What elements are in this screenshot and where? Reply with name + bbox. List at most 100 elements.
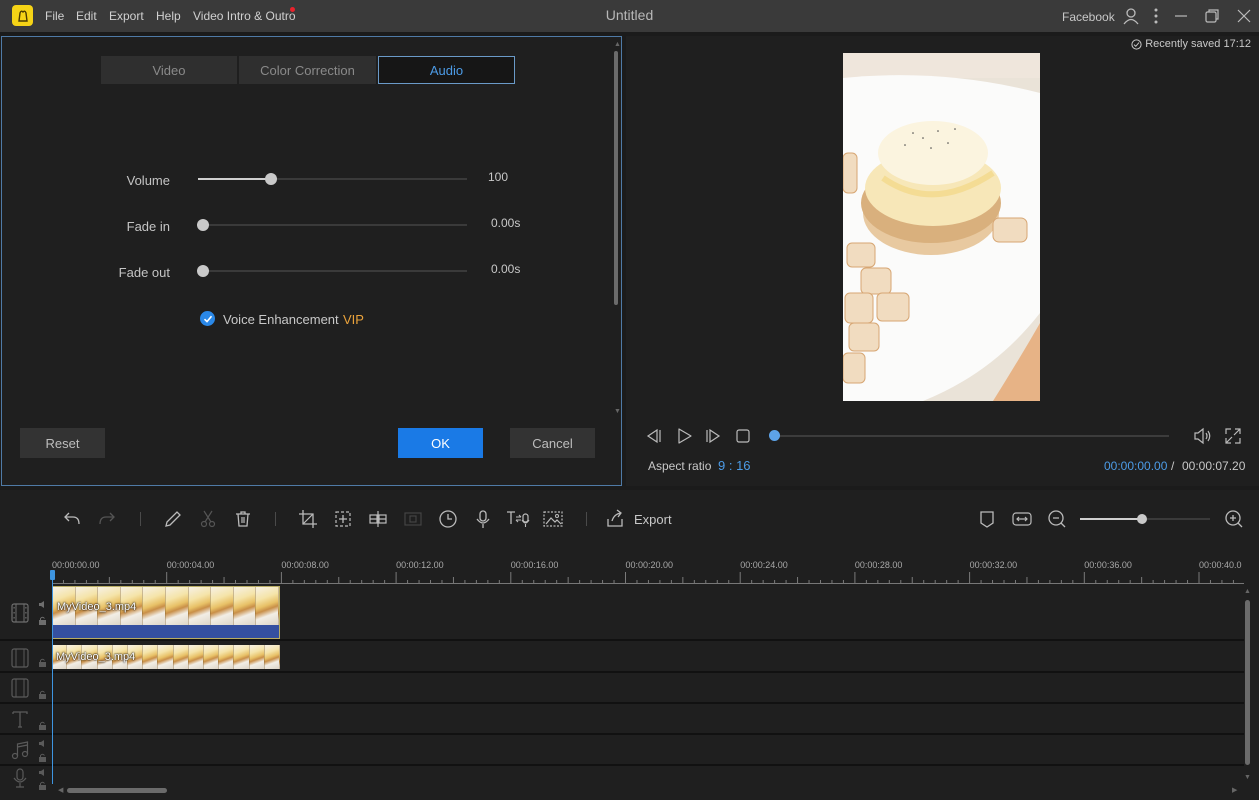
timeline-horizontal-scrollbar[interactable] [67, 788, 167, 793]
timeline-zoom-fill [1080, 518, 1143, 520]
video-clip[interactable]: MyVideo_3.mp4 [52, 645, 280, 669]
microphone-icon [10, 768, 30, 788]
menu-file[interactable]: File [45, 9, 64, 23]
zoom-out-icon[interactable] [1047, 509, 1067, 529]
tab-video[interactable]: Video [101, 56, 237, 84]
aspect-ratio-value[interactable]: 9 : 16 [718, 458, 751, 473]
properties-scrollbar[interactable] [614, 51, 618, 305]
minimize-icon[interactable] [1172, 7, 1190, 25]
voice-enhancement-label[interactable]: Voice Enhancement [223, 312, 339, 327]
speaker-icon[interactable] [38, 600, 47, 609]
timeline-vertical-scrollbar[interactable] [1245, 600, 1250, 765]
time-separator: / [1171, 459, 1175, 473]
lock-icon[interactable] [38, 616, 47, 625]
more-options-icon[interactable] [1147, 7, 1165, 25]
edit-toolbar: Export [0, 490, 1259, 548]
scroll-up-arrow-icon[interactable]: ▲ [614, 41, 621, 48]
playhead[interactable] [52, 572, 53, 784]
fade-out-slider-thumb[interactable] [197, 265, 209, 277]
tab-color-correction[interactable]: Color Correction [239, 56, 376, 84]
timeline-scroll-left-icon[interactable]: ◀ [58, 786, 63, 794]
delete-icon[interactable] [233, 509, 253, 529]
account-label[interactable]: Facebook [1062, 10, 1115, 24]
fade-in-slider-thumb[interactable] [197, 219, 209, 231]
fade-out-label: Fade out [118, 265, 170, 280]
ruler-label: 00:00:04.00 [166, 560, 215, 570]
redo-icon[interactable] [97, 509, 117, 529]
menu-export[interactable]: Export [109, 9, 144, 23]
track-video-2[interactable]: MyVideo_3.mp4 [0, 643, 1244, 673]
mosaic-icon[interactable] [403, 509, 423, 529]
play-icon[interactable] [675, 427, 693, 445]
volume-slider[interactable] [198, 173, 467, 185]
cut-icon[interactable] [198, 509, 218, 529]
record-voice-icon[interactable] [473, 509, 493, 529]
menu-help[interactable]: Help [156, 9, 181, 23]
timeline-zoom-slider[interactable] [1080, 514, 1210, 524]
video-preview[interactable] [843, 53, 1040, 401]
lock-icon[interactable] [38, 781, 47, 790]
playback-progress-bar[interactable] [774, 435, 1169, 437]
lock-icon[interactable] [38, 658, 47, 667]
lock-icon[interactable] [38, 753, 47, 762]
stop-icon[interactable] [734, 427, 752, 445]
volume-icon[interactable] [1193, 427, 1211, 445]
clip-name: MyVideo_3.mp4 [56, 651, 136, 663]
tab-audio[interactable]: Audio [378, 56, 515, 84]
toolbar-divider [586, 512, 587, 526]
next-frame-icon[interactable] [704, 427, 722, 445]
restore-icon[interactable] [1203, 7, 1221, 25]
add-frame-icon[interactable] [333, 509, 353, 529]
text-to-speech-icon[interactable] [506, 509, 532, 529]
fade-in-slider[interactable] [197, 219, 467, 231]
timeline-scroll-down-icon[interactable]: ▼ [1244, 774, 1251, 781]
app-logo-icon[interactable] [12, 5, 33, 26]
close-icon[interactable] [1235, 7, 1253, 25]
user-icon[interactable] [1122, 7, 1140, 25]
zoom-in-icon[interactable] [1224, 509, 1244, 529]
menu-video-intro-outro[interactable]: Video Intro & Outro [193, 9, 296, 23]
track-voice[interactable] [0, 768, 1244, 796]
ok-button[interactable]: OK [398, 428, 483, 458]
playback-progress-thumb[interactable] [769, 430, 780, 441]
undo-icon[interactable] [62, 509, 82, 529]
lock-icon[interactable] [38, 721, 47, 730]
export-icon[interactable] [605, 509, 625, 529]
split-icon[interactable] [368, 509, 388, 529]
track-video-1[interactable]: MyVideo_3.mp4 [0, 586, 1244, 641]
volume-slider-thumb[interactable] [264, 173, 277, 185]
checkmark-icon [203, 315, 212, 323]
text-track-icon [10, 709, 30, 729]
export-button[interactable]: Export [634, 512, 672, 527]
properties-panel: Video Color Correction Audio Volume 100 … [1, 36, 622, 486]
track-video-3[interactable] [0, 675, 1244, 704]
timeline-scroll-up-icon[interactable]: ▲ [1244, 588, 1251, 595]
picture-icon[interactable] [543, 509, 563, 529]
speed-icon[interactable] [438, 509, 458, 529]
ruler-label: 00:00:12.00 [396, 560, 444, 570]
scroll-down-arrow-icon[interactable]: ▼ [614, 408, 621, 415]
edit-icon[interactable] [163, 509, 183, 529]
cancel-button[interactable]: Cancel [510, 428, 595, 458]
fade-out-slider[interactable] [197, 265, 467, 277]
timeline-scroll-right-icon[interactable]: ▶ [1232, 786, 1237, 794]
ruler-label: 00:00:16.00 [510, 560, 559, 570]
playhead-handle[interactable] [50, 570, 55, 580]
speaker-icon[interactable] [38, 739, 47, 748]
volume-slider-fill [198, 178, 271, 180]
track-music[interactable] [0, 737, 1244, 766]
reset-button[interactable]: Reset [20, 428, 105, 458]
menu-edit[interactable]: Edit [76, 9, 97, 23]
fit-timeline-icon[interactable] [1012, 509, 1032, 529]
previous-frame-icon[interactable] [645, 427, 663, 445]
timeline-zoom-thumb[interactable] [1137, 514, 1148, 524]
lock-icon[interactable] [38, 690, 47, 699]
voice-enhancement-checkbox[interactable] [200, 311, 215, 326]
video-clip[interactable]: MyVideo_3.mp4 [52, 586, 280, 639]
marker-icon[interactable] [977, 509, 997, 529]
fullscreen-icon[interactable] [1224, 427, 1242, 445]
speaker-icon[interactable] [38, 768, 47, 777]
track-text[interactable] [0, 706, 1244, 735]
crop-icon[interactable] [298, 509, 318, 529]
fade-in-value: 0.00s [491, 216, 521, 230]
